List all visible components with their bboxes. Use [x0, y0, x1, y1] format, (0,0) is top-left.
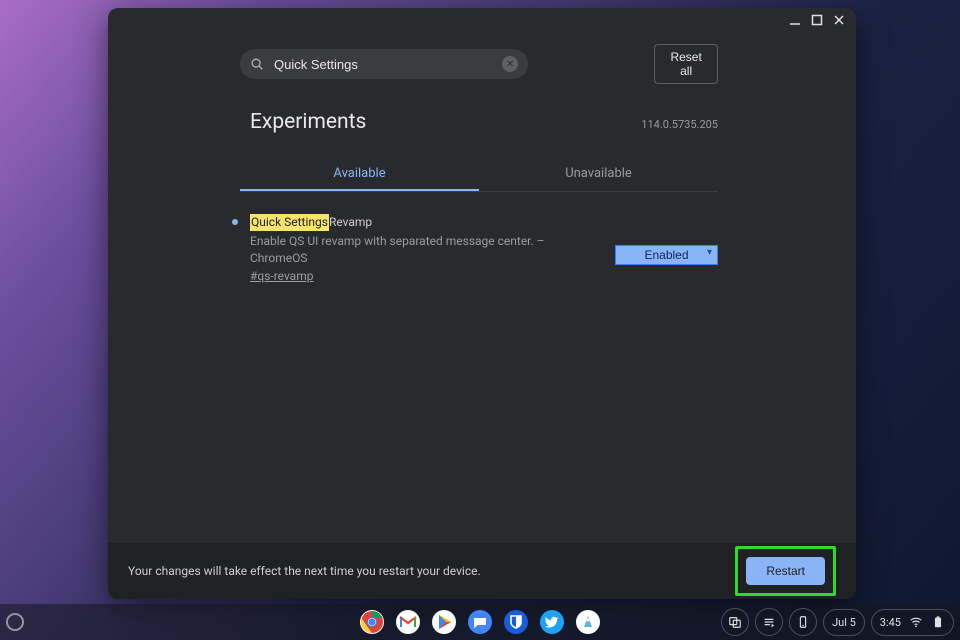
restart-button[interactable]: Restart	[746, 557, 825, 585]
bitwarden-icon[interactable]	[503, 609, 529, 635]
restart-message: Your changes will take effect the next t…	[128, 564, 481, 578]
restart-callout: Restart	[735, 546, 836, 596]
flags-window: ✕ Reset all Experiments 114.0.5735.205 A…	[108, 8, 856, 599]
close-icon[interactable]	[832, 13, 846, 27]
gmail-icon[interactable]	[395, 609, 421, 635]
page-title: Experiments	[250, 110, 366, 134]
tray-status[interactable]: 3:45	[871, 609, 954, 636]
tray-phone-icon[interactable]	[789, 608, 817, 636]
flag-description: Enable QS UI revamp with separated messa…	[250, 233, 603, 267]
flag-row: Quick Settings Revamp Enable QS UI revam…	[232, 214, 718, 285]
tab-unavailable[interactable]: Unavailable	[479, 158, 718, 191]
reset-all-button[interactable]: Reset all	[654, 44, 718, 84]
flag-title-highlight: Quick Settings	[250, 214, 329, 231]
wifi-icon	[909, 615, 923, 629]
shelf: Jul 5 3:45	[0, 604, 960, 640]
search-box[interactable]: ✕	[240, 49, 528, 79]
tabs: Available Unavailable	[240, 158, 718, 192]
canary-icon[interactable]	[575, 609, 601, 635]
tray-overview-icon[interactable]	[721, 608, 749, 636]
twitter-icon[interactable]	[539, 609, 565, 635]
battery-icon	[931, 615, 945, 629]
flag-state-select[interactable]: Enabled	[615, 245, 718, 265]
flag-title-rest: Revamp	[329, 214, 372, 231]
clear-search-icon[interactable]: ✕	[502, 56, 518, 72]
search-icon	[250, 57, 264, 71]
maximize-icon[interactable]	[810, 13, 824, 27]
shelf-apps	[359, 609, 601, 635]
version-label: 114.0.5735.205	[641, 118, 718, 131]
play-store-icon[interactable]	[431, 609, 457, 635]
minimize-icon[interactable]	[788, 13, 802, 27]
launcher-icon[interactable]	[6, 613, 24, 631]
date-label: Jul 5	[832, 616, 856, 629]
tray-media-icon[interactable]	[755, 608, 783, 636]
tab-available[interactable]: Available	[240, 158, 479, 191]
content-area: ✕ Reset all Experiments 114.0.5735.205 A…	[108, 32, 856, 543]
window-titlebar	[108, 8, 856, 32]
restart-bar: Your changes will take effect the next t…	[108, 543, 856, 599]
time-label: 3:45	[880, 616, 901, 629]
messages-icon[interactable]	[467, 609, 493, 635]
search-input[interactable]	[272, 56, 502, 73]
flag-modified-indicator-icon	[232, 219, 238, 225]
chrome-icon[interactable]	[359, 609, 385, 635]
flag-title: Quick Settings Revamp	[250, 214, 603, 231]
tray-date[interactable]: Jul 5	[823, 609, 865, 636]
flag-hash-link[interactable]: #qs-revamp	[250, 268, 313, 285]
